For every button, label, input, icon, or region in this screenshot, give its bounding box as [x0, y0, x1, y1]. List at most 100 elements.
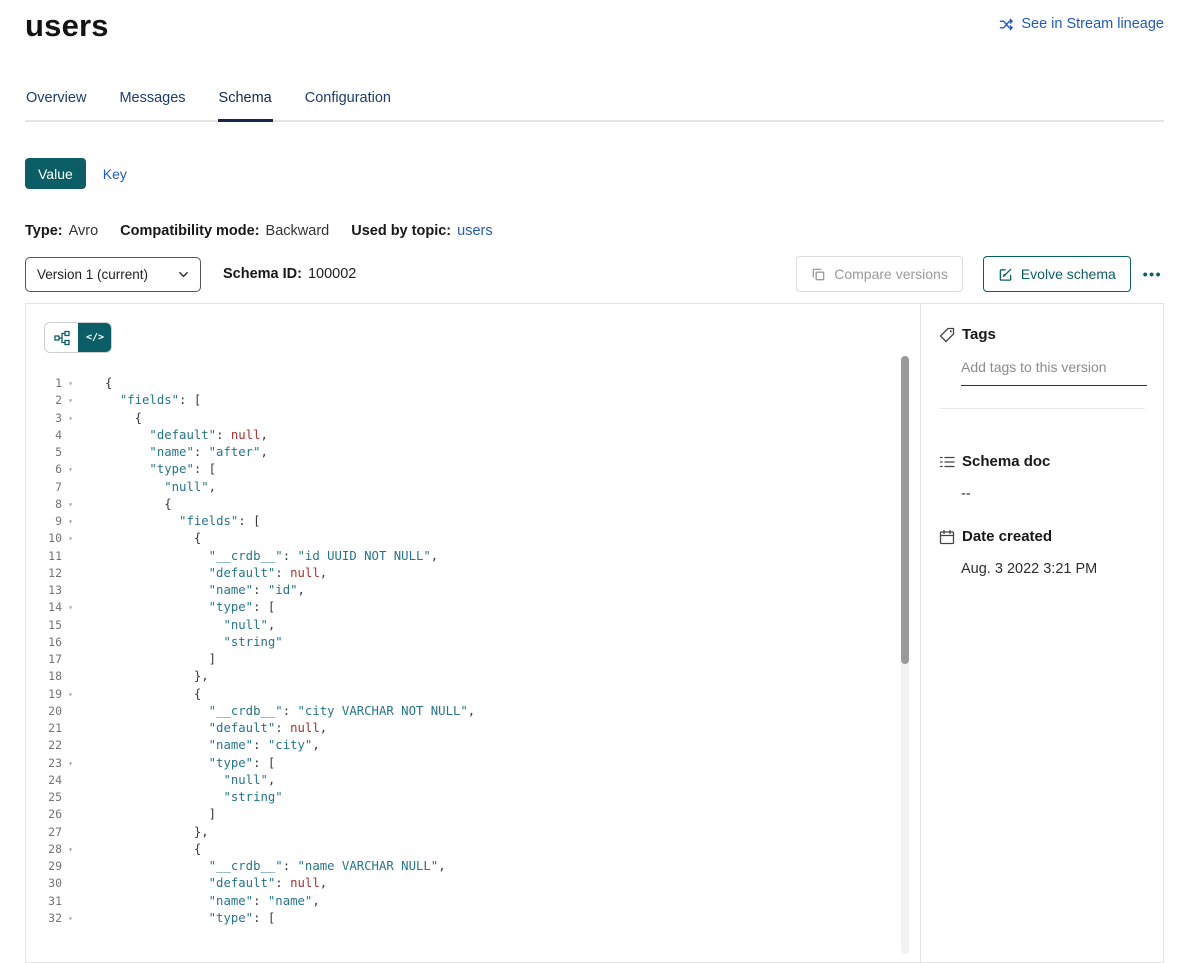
code-text: "name": "city",	[79, 737, 320, 754]
fold-collapse-icon[interactable]: ▾	[62, 841, 79, 858]
edit-icon	[998, 267, 1013, 282]
fold-collapse-icon[interactable]: ▾	[62, 496, 79, 513]
code-text: "fields": [	[79, 513, 261, 530]
code-text: "default": null,	[79, 720, 327, 737]
code-text: {	[79, 375, 112, 392]
tab-bar: Overview Messages Schema Configuration	[25, 84, 1164, 122]
fold-collapse-icon[interactable]: ▾	[62, 599, 79, 616]
code-line: 23▾ "type": [	[26, 755, 920, 772]
fold-collapse-icon[interactable]: ▾	[62, 686, 79, 703]
more-actions-button[interactable]: •••	[1141, 262, 1164, 286]
topic-link[interactable]: users	[457, 223, 492, 239]
line-number: 21	[26, 720, 62, 737]
line-number: 2	[26, 392, 62, 409]
code-text: "null",	[79, 772, 275, 789]
code-line: 31 "name": "name",	[26, 893, 920, 910]
code-text: {	[79, 686, 201, 703]
fold-collapse-icon[interactable]: ▾	[62, 410, 79, 427]
tab-overview[interactable]: Overview	[25, 84, 87, 120]
fold-collapse-icon[interactable]: ▾	[62, 392, 79, 409]
tab-configuration[interactable]: Configuration	[304, 84, 392, 120]
code-view-button[interactable]: </>	[78, 323, 111, 352]
editor-scrollbar[interactable]	[901, 356, 909, 954]
evolve-schema-label: Evolve schema	[1021, 266, 1116, 282]
code-line: 24 "null",	[26, 772, 920, 789]
line-number: 26	[26, 806, 62, 823]
compatibility-value: Backward	[266, 223, 330, 239]
fold-spacer	[62, 737, 79, 754]
fold-spacer	[62, 651, 79, 668]
line-number: 25	[26, 789, 62, 806]
line-number: 31	[26, 893, 62, 910]
value-key-toggle: Value Key	[25, 158, 1164, 189]
line-number: 29	[26, 858, 62, 875]
add-tags-input[interactable]	[961, 359, 1147, 386]
compare-versions-button[interactable]: Compare versions	[796, 256, 963, 292]
tab-messages[interactable]: Messages	[118, 84, 186, 120]
fold-spacer	[62, 668, 79, 685]
code-line: 13 "name": "id",	[26, 582, 920, 599]
stream-lineage-label: See in Stream lineage	[1021, 16, 1164, 32]
code-line: 3▾ {	[26, 410, 920, 427]
schema-id-group: Schema ID: 100002	[223, 266, 356, 282]
tree-view-button[interactable]	[45, 323, 78, 352]
compatibility-group: Compatibility mode: Backward	[120, 223, 329, 239]
code-text: "null",	[79, 617, 275, 634]
fold-collapse-icon[interactable]: ▾	[62, 513, 79, 530]
line-number: 10	[26, 530, 62, 547]
code-line: 17 ]	[26, 651, 920, 668]
line-number: 24	[26, 772, 62, 789]
code-line: 12 "default": null,	[26, 565, 920, 582]
line-number: 12	[26, 565, 62, 582]
code-text: "string"	[79, 634, 283, 651]
fold-collapse-icon[interactable]: ▾	[62, 755, 79, 772]
fold-spacer	[62, 893, 79, 910]
line-number: 19	[26, 686, 62, 703]
tags-section: Tags	[939, 326, 1145, 409]
editor-scrollbar-thumb[interactable]	[901, 356, 909, 664]
fold-collapse-icon[interactable]: ▾	[62, 461, 79, 478]
value-toggle-button[interactable]: Value	[25, 158, 86, 189]
fold-spacer	[62, 703, 79, 720]
doc-list-icon	[939, 454, 955, 470]
code-text: "name": "name",	[79, 893, 320, 910]
code-text: "__crdb__": "id UUID NOT NULL",	[79, 548, 438, 565]
chevron-down-icon	[178, 269, 189, 280]
stream-lineage-link[interactable]: See in Stream lineage	[999, 16, 1164, 32]
line-number: 15	[26, 617, 62, 634]
code-line: 32▾ "type": [	[26, 910, 920, 927]
fold-spacer	[62, 617, 79, 634]
code-line: 25 "string"	[26, 789, 920, 806]
tab-schema[interactable]: Schema	[218, 84, 273, 122]
schema-doc-header: Schema doc	[939, 453, 1145, 470]
fold-collapse-icon[interactable]: ▾	[62, 530, 79, 547]
compare-versions-label: Compare versions	[834, 266, 948, 282]
fold-spacer	[62, 858, 79, 875]
code-text: "null",	[79, 479, 216, 496]
schema-sidebar: Tags Schema doc --	[920, 304, 1163, 962]
code-text: {	[79, 496, 172, 513]
hierarchy-icon	[54, 330, 70, 346]
key-toggle-button[interactable]: Key	[86, 166, 144, 182]
version-select[interactable]: Version 1 (current)	[25, 257, 201, 292]
version-select-value: Version 1 (current)	[37, 267, 148, 282]
code-line: 6▾ "type": [	[26, 461, 920, 478]
line-number: 11	[26, 548, 62, 565]
fold-spacer	[62, 720, 79, 737]
code-line: 22 "name": "city",	[26, 737, 920, 754]
fold-collapse-icon[interactable]: ▾	[62, 375, 79, 392]
code-view-icon: </>	[86, 332, 104, 343]
code-line: 4 "default": null,	[26, 427, 920, 444]
code-text: {	[79, 410, 142, 427]
line-number: 13	[26, 582, 62, 599]
code-line: 28▾ {	[26, 841, 920, 858]
fold-spacer	[62, 772, 79, 789]
line-number: 28	[26, 841, 62, 858]
schema-meta-row: Type: Avro Compatibility mode: Backward …	[25, 223, 1164, 239]
line-number: 7	[26, 479, 62, 496]
page-header: users See in Stream lineage	[25, 8, 1164, 44]
fold-collapse-icon[interactable]: ▾	[62, 910, 79, 927]
copy-icon	[811, 267, 826, 282]
code-text: "__crdb__": "name VARCHAR NULL",	[79, 858, 446, 875]
evolve-schema-button[interactable]: Evolve schema	[983, 256, 1131, 292]
